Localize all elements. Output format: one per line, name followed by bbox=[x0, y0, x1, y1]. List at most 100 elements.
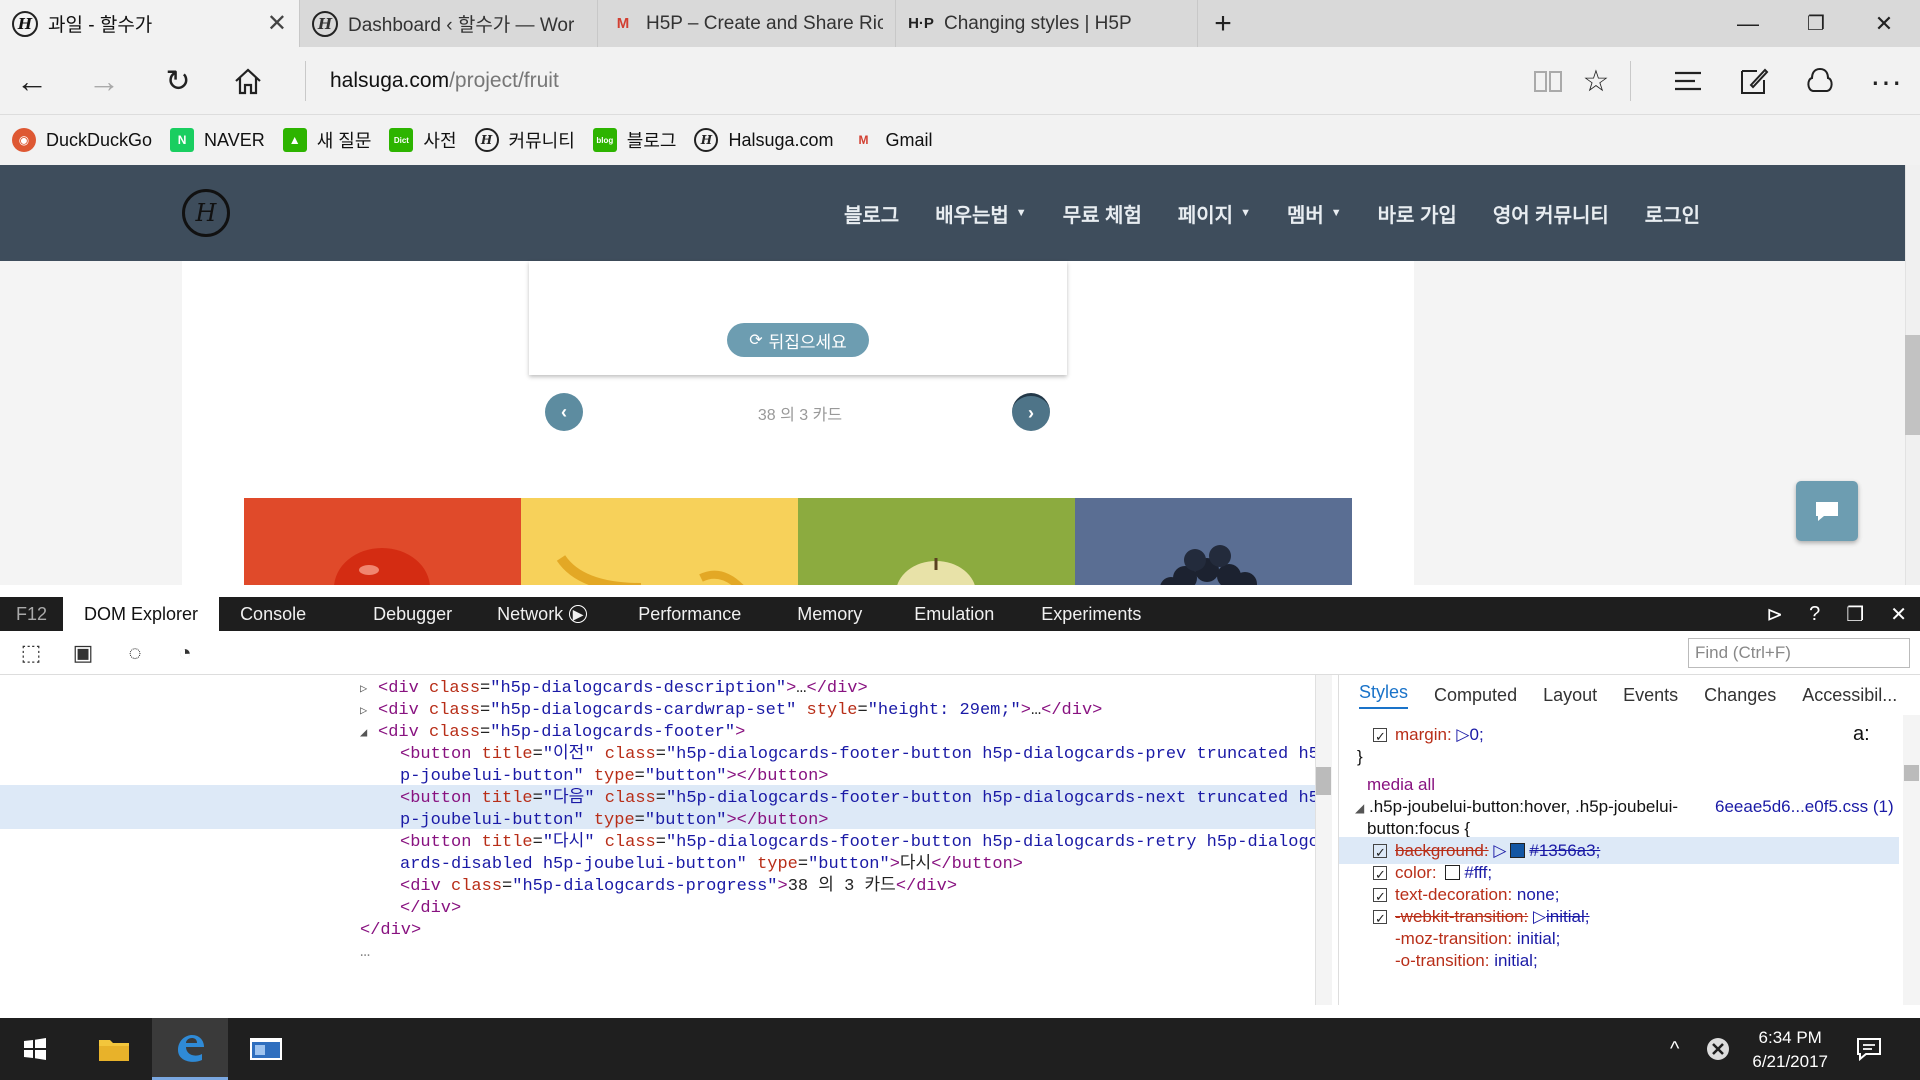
styles-scrollbar-thumb[interactable] bbox=[1904, 765, 1919, 781]
fav-duckduckgo[interactable]: ◉ DuckDuckGo bbox=[12, 128, 152, 152]
tab-performance[interactable]: Performance bbox=[608, 597, 771, 631]
chat-button[interactable] bbox=[1796, 481, 1858, 541]
find-input[interactable]: Find (Ctrl+F) bbox=[1688, 638, 1910, 668]
fav-halsuga[interactable]: H Halsuga.com bbox=[694, 128, 834, 152]
dialog-card bbox=[529, 261, 1067, 375]
network-disconnected-icon[interactable] bbox=[1706, 1018, 1730, 1080]
console-toggle-icon[interactable]: ⊳ bbox=[1766, 602, 1783, 627]
fav-blog[interactable]: blog 블로그 bbox=[592, 127, 676, 153]
close-icon[interactable]: ✕ bbox=[267, 9, 287, 38]
folder-icon bbox=[99, 1040, 129, 1061]
address-domain: halsuga.com bbox=[330, 69, 450, 92]
undock-icon[interactable]: ❐ bbox=[1846, 602, 1864, 627]
color-picker-icon[interactable]: ◌ bbox=[120, 639, 150, 667]
refresh-button[interactable]: ↻ bbox=[148, 47, 208, 115]
restore-button[interactable]: ❐ bbox=[1782, 0, 1850, 47]
tab-network[interactable]: Network ▶ bbox=[476, 597, 608, 631]
next-card-button[interactable]: › bbox=[1012, 393, 1050, 431]
nav-free-trial[interactable]: 무료 체험 bbox=[1063, 199, 1142, 228]
highlight-box-icon[interactable]: ▣ bbox=[68, 639, 98, 667]
tab-changes[interactable]: Changes bbox=[1704, 685, 1776, 706]
tab-accessibility[interactable]: Accessibil... bbox=[1802, 685, 1897, 706]
fav-new-question[interactable]: ▲ 새 질문 bbox=[282, 127, 371, 153]
css-rule-margin[interactable]: margin: ▷0; bbox=[1373, 721, 1484, 750]
fruit-tile-blueberries bbox=[1075, 498, 1352, 585]
nav-blog[interactable]: 블로그 bbox=[844, 199, 899, 228]
close-window-button[interactable]: ✕ bbox=[1850, 0, 1918, 47]
tab-computed[interactable]: Computed bbox=[1434, 685, 1517, 706]
hub-button[interactable] bbox=[1658, 47, 1718, 115]
tab-experiments[interactable]: Experiments bbox=[1020, 597, 1162, 631]
tab-events[interactable]: Events bbox=[1623, 685, 1678, 706]
edge-browser-button[interactable] bbox=[152, 1018, 228, 1080]
select-element-icon[interactable]: ⬚ bbox=[16, 639, 46, 667]
nav-english-community[interactable]: 영어 커뮤니티 bbox=[1493, 199, 1609, 228]
new-tab-button[interactable]: + bbox=[1194, 0, 1252, 47]
more-button[interactable]: ··· bbox=[1856, 47, 1916, 115]
tab-h5p-create[interactable]: M H5P – Create and Share Ric bbox=[598, 0, 896, 47]
tab-dom-explorer[interactable]: DOM Explorer bbox=[63, 597, 220, 631]
halsuga-logo-icon: H bbox=[474, 128, 499, 152]
dom-scrollbar-thumb[interactable] bbox=[1316, 767, 1331, 795]
page-scrollbar-thumb[interactable] bbox=[1905, 335, 1920, 435]
tab-fruit-halsuga[interactable]: H 과일 - 할수가 ✕ bbox=[0, 0, 300, 47]
dictionary-icon: Dict bbox=[389, 128, 414, 152]
back-button[interactable]: ← bbox=[2, 47, 62, 115]
fav-label: Halsuga.com bbox=[728, 129, 834, 150]
share-button[interactable] bbox=[1790, 47, 1850, 115]
tab-title: Changing styles | H5P bbox=[944, 12, 1132, 34]
home-button[interactable] bbox=[218, 47, 278, 115]
fruit-tile-banana bbox=[521, 498, 798, 585]
dom-node[interactable]: <div class="h5p-dialogcards-progress">38… bbox=[400, 873, 957, 900]
naver-icon: N bbox=[170, 128, 195, 152]
checkbox bbox=[1373, 883, 1387, 910]
nav-login[interactable]: 로그인 bbox=[1645, 199, 1700, 228]
tab-layout[interactable]: Layout bbox=[1543, 685, 1597, 706]
dom-tree[interactable]: ▷ <div class="h5p-dialogcards-description… bbox=[0, 675, 1315, 1005]
css-source-link[interactable]: 6eeae5d6...e0f5.css (1) bbox=[1715, 793, 1894, 820]
favorite-star-button[interactable]: ☆ bbox=[1566, 47, 1626, 115]
fav-dictionary[interactable]: Dict 사전 bbox=[389, 127, 457, 153]
action-center-icon[interactable] bbox=[1856, 1018, 1882, 1080]
nav-how-to-learn[interactable]: 배우는법 ▼ bbox=[935, 199, 1027, 228]
nav-pages[interactable]: 페이지 ▼ bbox=[1178, 199, 1251, 228]
gmail-icon: M bbox=[858, 133, 869, 147]
web-note-button[interactable] bbox=[1724, 47, 1784, 115]
tab-changing-styles[interactable]: H·P Changing styles | H5P bbox=[896, 0, 1198, 47]
dom-scrollbar[interactable] bbox=[1315, 675, 1332, 1005]
styles-scrollbar[interactable] bbox=[1903, 715, 1920, 1005]
duckduckgo-icon: ◉ bbox=[12, 128, 36, 152]
card-progress: 38 의 3 카드 bbox=[757, 407, 843, 424]
app-window-button[interactable] bbox=[228, 1018, 304, 1080]
forward-button[interactable]: → bbox=[74, 47, 134, 115]
fav-community[interactable]: H 커뮤니티 bbox=[474, 127, 575, 153]
fav-naver[interactable]: N NAVER bbox=[170, 128, 265, 152]
previous-card-button[interactable]: ‹ bbox=[545, 393, 583, 431]
graduation-cap-icon: ▲ bbox=[282, 128, 307, 152]
web-page: H 블로그 배우는법 ▼ 무료 체험 페이지 ▼ 멤버 ▼ 바로 가입 영어 커뮤니티… bbox=[0, 165, 1905, 585]
tab-title: 과일 - 할수가 bbox=[48, 15, 153, 36]
fav-gmail[interactable]: M Gmail bbox=[852, 128, 933, 152]
accessibility-icon[interactable]: ◔ bbox=[170, 639, 200, 667]
minimize-button[interactable]: — bbox=[1714, 0, 1782, 47]
tab-debugger[interactable]: Debugger bbox=[327, 597, 476, 631]
checkbox bbox=[1373, 905, 1387, 932]
file-explorer-button[interactable] bbox=[76, 1018, 152, 1080]
tray-chevron-icon[interactable]: ^ bbox=[1670, 1018, 1679, 1080]
help-icon[interactable]: ? bbox=[1809, 603, 1820, 626]
address-bar[interactable]: halsuga.com/project/fruit bbox=[330, 47, 559, 115]
halsuga-logo-icon[interactable]: H bbox=[182, 189, 230, 237]
text-style-icon[interactable]: a: bbox=[1853, 721, 1870, 748]
tab-styles[interactable]: Styles bbox=[1359, 682, 1409, 709]
flip-card-button[interactable]: ⟳ 뒤집으세요 bbox=[727, 323, 869, 357]
nav-join[interactable]: 바로 가입 bbox=[1378, 199, 1457, 228]
tab-emulation[interactable]: Emulation bbox=[888, 597, 1020, 631]
css-rule-o-transition[interactable]: -o-transition: initial; bbox=[1395, 947, 1538, 974]
taskbar-clock[interactable]: 6:34 PM 6/21/2017 bbox=[1752, 1026, 1828, 1074]
tab-console[interactable]: Console bbox=[219, 597, 327, 631]
tab-memory[interactable]: Memory bbox=[771, 597, 888, 631]
start-button[interactable] bbox=[0, 1018, 70, 1080]
nav-members[interactable]: 멤버 ▼ bbox=[1287, 199, 1342, 228]
tab-dashboard[interactable]: H Dashboard ‹ 할수가 — Wor bbox=[300, 0, 598, 47]
close-icon[interactable]: ✕ bbox=[1890, 602, 1907, 627]
